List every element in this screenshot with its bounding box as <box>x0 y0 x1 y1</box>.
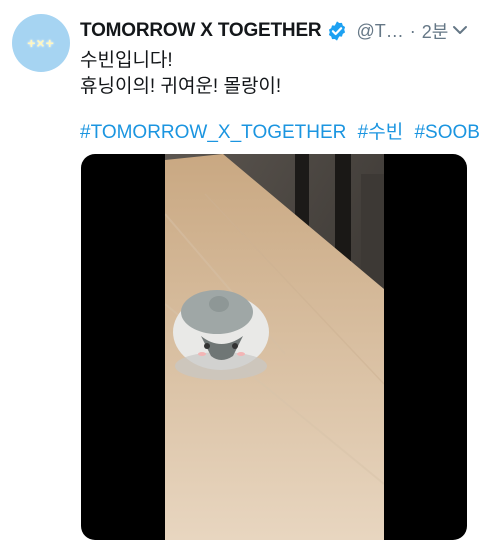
avatar-logo: +×+ <box>27 35 55 51</box>
tweet-header: TOMORROW X TOGETHER @T… · 2분 <box>80 14 470 48</box>
hashtag-link[interactable]: #TOMORROW_X_TOGETHER <box>80 122 346 143</box>
tweet[interactable]: +×+ TOMORROW X TOGETHER @T… · 2분 수빈입니다! … <box>0 0 480 544</box>
hashtags: #TOMORROW_X_TOGETHER #수빈 #SOOBIN <box>80 117 480 144</box>
display-name[interactable]: TOMORROW X TOGETHER <box>80 20 322 42</box>
video-frame <box>165 154 384 540</box>
tweet-text-line: 휴닝이의! 귀여운! 몰랑이! <box>80 76 282 97</box>
separator-dot: · <box>409 20 416 41</box>
verified-badge-icon <box>329 21 346 41</box>
tweet-text-line: 수빈입니다! <box>80 50 173 71</box>
hashtag-link[interactable]: #수빈 <box>358 122 404 143</box>
timestamp[interactable]: 2분 <box>422 18 449 44</box>
avatar[interactable]: +×+ <box>12 14 70 72</box>
chevron-down-icon[interactable] <box>452 22 468 38</box>
video-player[interactable] <box>81 154 467 540</box>
hashtag-link[interactable]: #SOOBIN <box>414 122 480 143</box>
handle[interactable]: @T… <box>356 21 403 42</box>
